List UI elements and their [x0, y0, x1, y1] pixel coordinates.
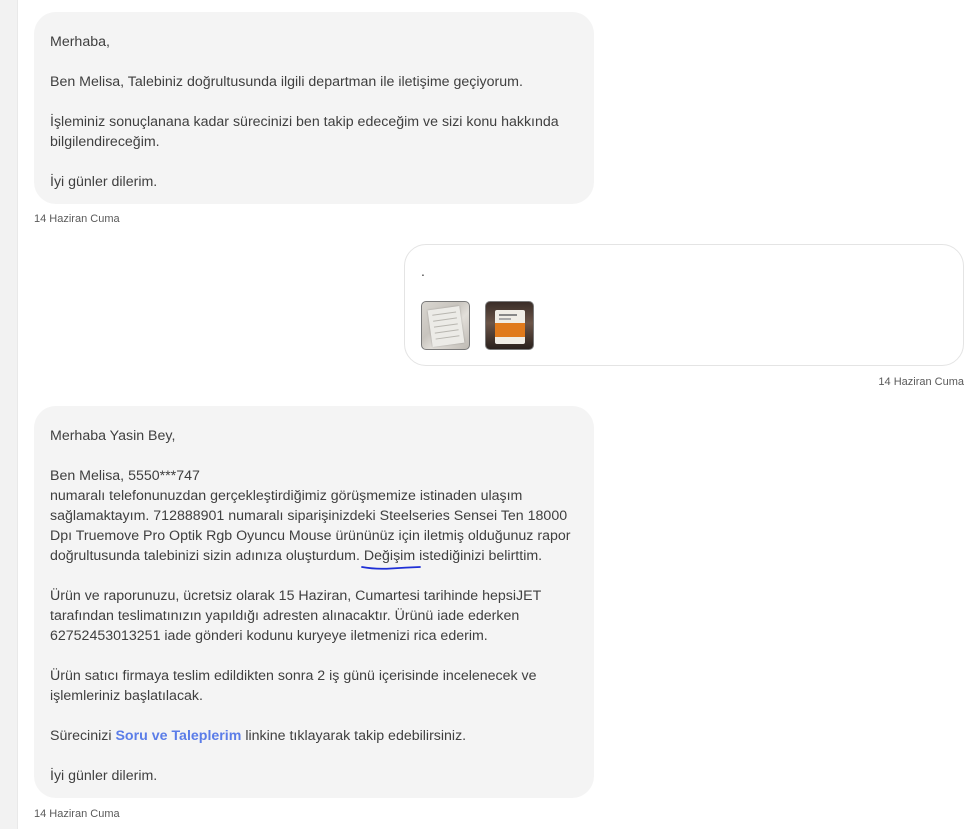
- message-timestamp: 14 Haziran Cuma: [34, 808, 120, 820]
- greeting-text: Merhaba Yasin Bey,: [50, 428, 176, 444]
- message-text: istediğinizi belirttim.: [419, 548, 543, 564]
- closing-text: İyi günler dilerim.: [50, 768, 158, 784]
- message-paragraph: Sürecinizi Soru ve Taleplerim linkine tı…: [50, 726, 578, 746]
- message-text: İşleminiz sonuçlanana kadar sürecinizi b…: [50, 114, 559, 150]
- outgoing-message-bubble: .: [404, 244, 964, 366]
- message-timestamp: 14 Haziran Cuma: [34, 213, 120, 225]
- message-timestamp: 14 Haziran Cuma: [878, 376, 964, 388]
- requests-link[interactable]: Soru ve Taleplerim: [115, 728, 241, 744]
- hand-drawn-underline-icon: [361, 566, 421, 570]
- message-text: İyi günler dilerim.: [50, 174, 158, 190]
- message-text: Sürecinizi: [50, 728, 112, 744]
- message-text: .: [421, 263, 425, 279]
- message-text: Merhaba,: [50, 34, 110, 50]
- highlighted-word: Değişim: [361, 546, 421, 570]
- message-text: Ben Melisa, 5550***747: [50, 468, 200, 484]
- message-text: Ben Melisa, Talebiniz doğrultusunda ilgi…: [50, 74, 523, 90]
- message-text: Ürün satıcı firmaya teslim edildikten so…: [50, 668, 537, 704]
- document-photo-thumbnail-icon[interactable]: [421, 301, 470, 350]
- message-text: Ürün ve raporunuzu, ücretsiz olarak 15 H…: [50, 588, 542, 644]
- left-rail: [0, 0, 18, 829]
- incoming-message-bubble: Merhaba Yasin Bey, Ben Melisa, 5550***74…: [34, 406, 594, 798]
- message-paragraph: Ben Melisa, 5550***747 numaralı telefonu…: [50, 466, 578, 570]
- attachment-list: [421, 301, 947, 350]
- product-box-photo-thumbnail-icon[interactable]: [485, 301, 534, 350]
- message-text: linkine tıklayarak takip edebilirsiniz.: [245, 728, 467, 744]
- incoming-message-bubble: Merhaba, Ben Melisa, Talebiniz doğrultus…: [34, 12, 594, 204]
